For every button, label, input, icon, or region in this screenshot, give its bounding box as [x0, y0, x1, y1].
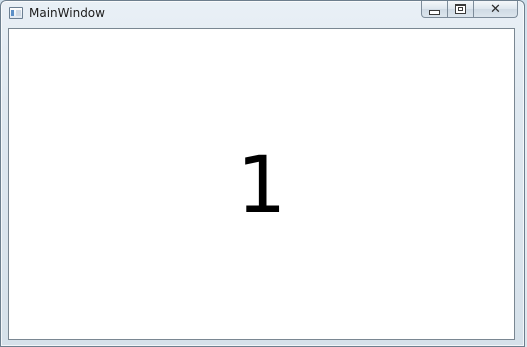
maximize-button[interactable] — [448, 1, 474, 18]
minimize-button[interactable] — [421, 1, 448, 18]
maximize-icon — [455, 4, 466, 14]
app-window-icon[interactable] — [9, 7, 23, 19]
close-button[interactable]: ✕ — [474, 1, 518, 18]
title-bar[interactable]: MainWindow ✕ — [1, 1, 524, 25]
close-icon: ✕ — [490, 1, 501, 17]
window-title: MainWindow — [29, 6, 105, 20]
minimize-icon — [429, 9, 440, 15]
counter-value: 1 — [236, 141, 287, 231]
main-window: MainWindow ✕ 1 — [0, 0, 525, 347]
caption-buttons: ✕ — [421, 1, 518, 19]
window-content: 1 — [8, 28, 515, 340]
